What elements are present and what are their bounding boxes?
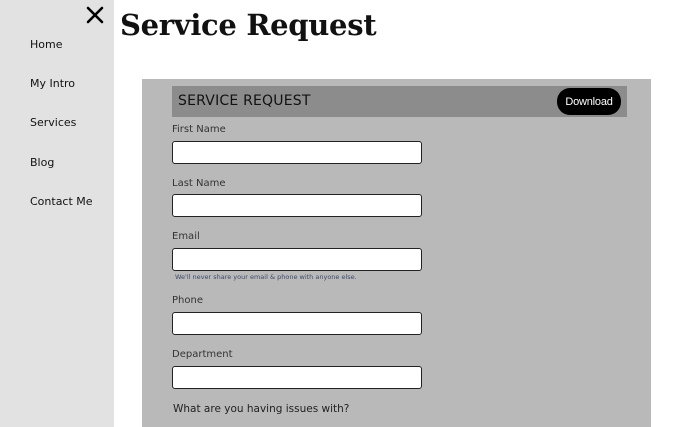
phone-field[interactable] (172, 312, 422, 335)
first-name-field[interactable] (172, 141, 422, 164)
first-name-label: First Name (172, 124, 226, 135)
sidebar-item-services[interactable]: Services (30, 116, 76, 129)
last-name-field[interactable] (172, 194, 422, 217)
form-header: SERVICE REQUEST Download (172, 86, 627, 117)
department-field[interactable] (172, 366, 422, 389)
sidebar-item-contact-me[interactable]: Contact Me (30, 195, 93, 208)
sidebar-item-home[interactable]: Home (30, 38, 62, 51)
email-privacy-hint: We'll never share your email & phone wit… (175, 273, 357, 281)
download-button[interactable]: Download (557, 88, 621, 115)
service-request-form: SERVICE REQUEST Download First Name Last… (142, 79, 651, 427)
issue-question-label: What are you having issues with? (173, 403, 350, 415)
email-label: Email (172, 231, 200, 242)
last-name-label: Last Name (172, 178, 226, 189)
close-icon[interactable] (84, 4, 106, 26)
sidebar: Home My Intro Services Blog Contact Me (0, 0, 114, 427)
email-field[interactable] (172, 248, 422, 271)
form-header-title: SERVICE REQUEST (178, 93, 311, 109)
sidebar-item-blog[interactable]: Blog (30, 156, 54, 169)
phone-label: Phone (172, 295, 203, 306)
sidebar-item-my-intro[interactable]: My Intro (30, 77, 75, 90)
page-title: Service Request (120, 8, 377, 42)
department-label: Department (172, 349, 233, 360)
